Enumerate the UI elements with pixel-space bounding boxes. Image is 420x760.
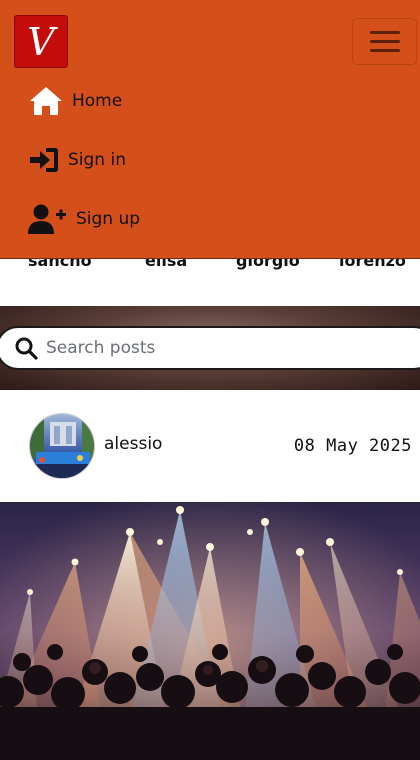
- navbar: V Home Sign in Sign up: [0, 0, 420, 259]
- sign-in-icon: [28, 146, 60, 174]
- post-author[interactable]: alessio: [104, 434, 162, 454]
- nav-item-home[interactable]: Home: [28, 85, 122, 117]
- navbar-toggle-button[interactable]: [352, 18, 417, 65]
- nav-item-sign-in[interactable]: Sign in: [28, 146, 126, 174]
- hamburger-icon: [369, 31, 400, 34]
- search-input[interactable]: [46, 338, 386, 358]
- post-header: alessio 08 May 2025: [0, 390, 420, 502]
- brand-logo[interactable]: V: [14, 15, 68, 68]
- nav-item-sign-up[interactable]: Sign up: [28, 203, 140, 235]
- user-plus-icon: [28, 203, 68, 235]
- nav-item-label: Sign up: [76, 209, 141, 229]
- nav-item-label: Home: [72, 91, 123, 111]
- logo-letter: V: [27, 19, 55, 64]
- search-section: [0, 306, 420, 390]
- home-icon: [28, 85, 64, 117]
- search-bar: [0, 326, 420, 370]
- avatar[interactable]: [29, 413, 95, 479]
- post-image[interactable]: [0, 502, 420, 760]
- search-icon[interactable]: [14, 336, 38, 360]
- post-date: 08 May 2025: [293, 436, 412, 456]
- nav-item-label: Sign in: [68, 150, 126, 170]
